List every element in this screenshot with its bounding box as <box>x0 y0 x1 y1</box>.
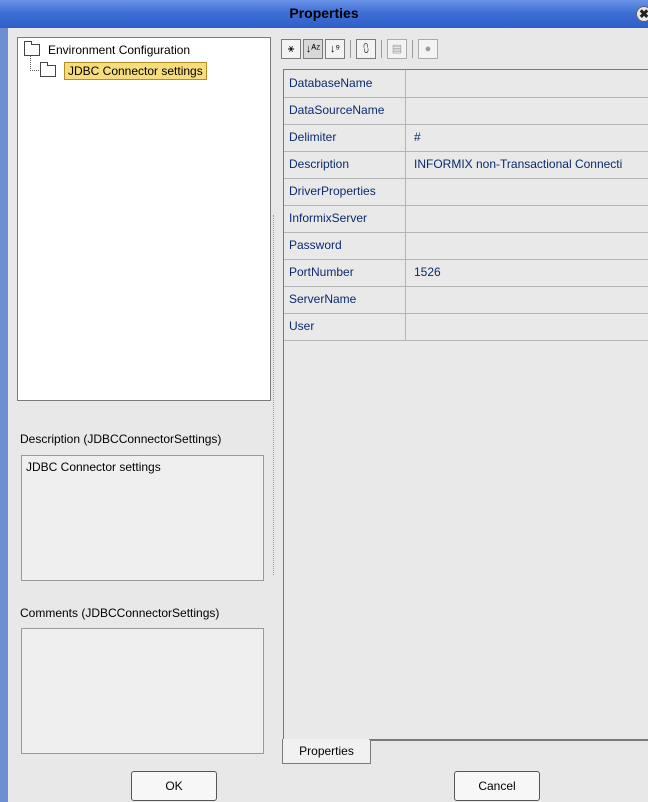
property-grid: DatabaseName DataSourceName Delimiter # … <box>283 69 648 741</box>
property-name: Delimiter <box>284 124 406 151</box>
property-row[interactable]: Description INFORMIX non-Transactional C… <box>284 151 648 179</box>
property-value[interactable] <box>408 97 648 124</box>
property-name: ServerName <box>284 286 406 313</box>
pane-splitter[interactable] <box>273 215 276 575</box>
property-value[interactable] <box>408 70 648 97</box>
check-list-icon[interactable]: ⩇ <box>356 39 376 59</box>
cancel-button[interactable]: Cancel <box>454 771 540 801</box>
toolbar-separator <box>412 40 413 58</box>
property-row[interactable]: ServerName <box>284 286 648 314</box>
property-name: DataSourceName <box>284 97 406 124</box>
properties-dialog: Properties ✖ Environment Configuration J… <box>0 0 648 802</box>
toolbar-separator <box>381 40 382 58</box>
property-row[interactable]: Delimiter # <box>284 124 648 152</box>
configuration-tree[interactable]: Environment Configuration JDBC Connector… <box>17 37 271 401</box>
comments-box[interactable] <box>21 628 264 754</box>
folder-icon <box>24 41 40 56</box>
ok-button[interactable]: OK <box>131 771 217 801</box>
tab-strip-line <box>369 739 648 740</box>
property-value[interactable] <box>408 313 648 340</box>
close-icon[interactable]: ✖ <box>636 6 648 22</box>
property-name: DatabaseName <box>284 70 406 97</box>
property-row[interactable]: PortNumber 1526 <box>284 259 648 287</box>
property-value[interactable] <box>408 232 648 259</box>
tree-root-label: Environment Configuration <box>48 43 191 57</box>
property-row[interactable]: DriverProperties <box>284 178 648 206</box>
sort-alphabetical-icon[interactable]: ↓ᴬᶻ <box>303 39 323 59</box>
properties-toolbar: ⚹ ↓ᴬᶻ ↓⁹ ⩇ ▤ ● <box>281 37 440 61</box>
tree-item-environment-configuration[interactable]: Environment Configuration <box>24 41 191 58</box>
tab-properties[interactable]: Properties <box>282 739 371 764</box>
property-name: Password <box>284 232 406 259</box>
tree-item-jdbc-connector-settings[interactable]: JDBC Connector settings <box>40 62 207 80</box>
property-value[interactable]: 1526 <box>408 259 648 286</box>
dialog-title: Properties <box>289 5 359 21</box>
property-value[interactable] <box>408 178 648 205</box>
categorized-icon[interactable]: ⚹ <box>281 39 301 59</box>
property-value[interactable]: # <box>408 124 648 151</box>
toolbar-separator <box>350 40 351 58</box>
folder-icon <box>40 62 56 77</box>
property-row[interactable]: Password <box>284 232 648 260</box>
help-icon[interactable]: ● <box>418 39 438 59</box>
property-name: DriverProperties <box>284 178 406 205</box>
tree-child-label: JDBC Connector settings <box>64 62 207 80</box>
property-row[interactable]: DataSourceName <box>284 97 648 125</box>
property-row[interactable]: User <box>284 313 648 341</box>
comments-title: Comments (JDBCConnectorSettings) <box>20 606 220 620</box>
description-box: JDBC Connector settings <box>21 455 264 581</box>
property-name: PortNumber <box>284 259 406 286</box>
property-name: Description <box>284 151 406 178</box>
property-row[interactable]: DatabaseName <box>284 70 648 98</box>
sort-reverse-icon[interactable]: ↓⁹ <box>325 39 345 59</box>
description-title: Description (JDBCConnectorSettings) <box>20 432 222 446</box>
property-row[interactable]: InformixServer <box>284 205 648 233</box>
property-value[interactable] <box>408 286 648 313</box>
property-page-icon[interactable]: ▤ <box>387 39 407 59</box>
property-name: InformixServer <box>284 205 406 232</box>
description-text: JDBC Connector settings <box>26 460 161 474</box>
property-value[interactable] <box>408 205 648 232</box>
property-name: User <box>284 313 406 340</box>
property-value[interactable]: INFORMIX non-Transactional Connecti <box>408 151 648 178</box>
title-bar: Properties ✖ <box>0 0 648 28</box>
window-left-border <box>0 28 8 802</box>
